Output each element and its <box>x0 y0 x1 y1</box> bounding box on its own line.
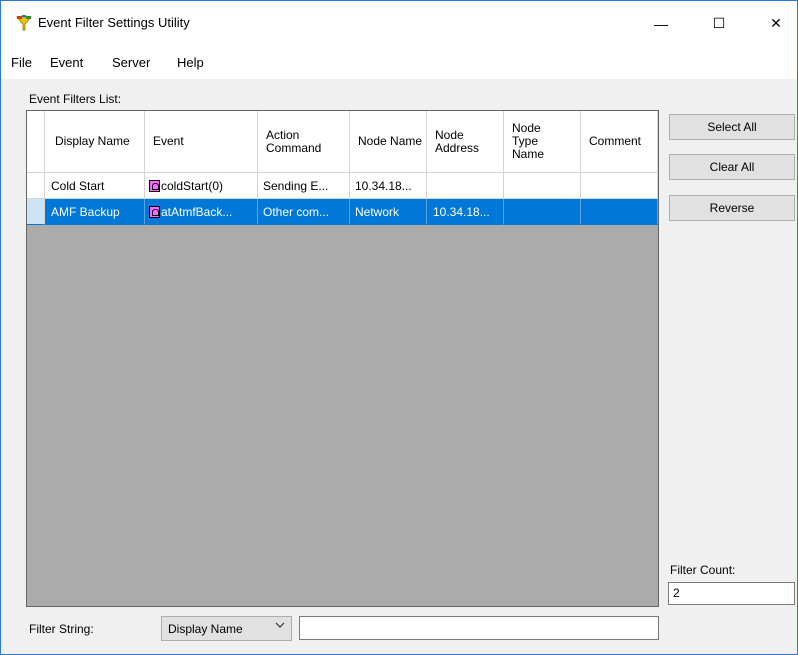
cell-comment[interactable] <box>581 199 658 225</box>
column-header-event[interactable]: Event <box>145 111 258 173</box>
column-header-node-name[interactable]: Node Name <box>350 111 427 173</box>
clear-all-button[interactable]: Clear All <box>669 154 795 180</box>
bell-event-icon <box>149 179 160 192</box>
close-icon: ✕ <box>770 15 782 31</box>
minimize-icon: — <box>654 15 668 32</box>
menu-help[interactable]: Help <box>177 55 204 70</box>
window-title: Event Filter Settings Utility <box>38 15 190 30</box>
filter-string-selected: Display Name <box>168 622 243 636</box>
column-header-action-command[interactable]: Action Command <box>258 111 350 173</box>
cell-action-command[interactable]: Sending E... <box>258 173 350 199</box>
column-header-node-address[interactable]: Node Address <box>427 111 504 173</box>
chevron-down-icon <box>275 621 285 632</box>
close-button[interactable]: ✕ <box>753 1 798 46</box>
event-filters-list-label: Event Filters List: <box>29 92 122 106</box>
reverse-button[interactable]: Reverse <box>669 195 795 221</box>
menu-server[interactable]: Server <box>112 55 150 70</box>
table-row-selected[interactable]: AMF Backup atAtmfBack... Other com... Ne… <box>27 199 658 225</box>
cell-event-text: coldStart(0) <box>161 178 224 193</box>
cell-node-address[interactable] <box>427 173 504 199</box>
filter-count-label: Filter Count: <box>670 563 736 577</box>
cell-event[interactable]: coldStart(0) <box>145 173 258 199</box>
menu-bar: File Event Server Help <box>1 46 797 79</box>
bell-event-icon <box>149 205 160 218</box>
cell-node-type-name[interactable] <box>504 199 581 225</box>
cell-action-command[interactable]: Other com... <box>258 199 350 225</box>
table-row[interactable]: Cold Start coldStart(0) Sending E... 10.… <box>27 173 658 199</box>
title-bar[interactable]: Event Filter Settings Utility — ☐ ✕ <box>1 1 797 46</box>
column-header-node-type-name[interactable]: Node Type Name <box>504 111 581 173</box>
row-header[interactable] <box>27 173 45 199</box>
filter-count-field[interactable]: 2 <box>668 582 795 605</box>
menu-event[interactable]: Event <box>50 55 83 70</box>
cell-display-name[interactable]: Cold Start <box>45 173 145 199</box>
event-filters-grid[interactable]: Display Name Event Action Command Node N… <box>26 110 659 607</box>
filter-string-column-select[interactable]: Display Name <box>161 616 292 641</box>
column-header-comment[interactable]: Comment <box>581 111 658 173</box>
cell-display-name[interactable]: AMF Backup <box>45 199 145 225</box>
maximize-button[interactable]: ☐ <box>696 1 742 46</box>
cell-node-name[interactable]: Network <box>350 199 427 225</box>
app-icon <box>15 14 33 32</box>
select-all-button[interactable]: Select All <box>669 114 795 140</box>
grid-header: Display Name Event Action Command Node N… <box>27 111 658 173</box>
cell-event-text: atAtmfBack... <box>161 204 233 219</box>
column-header-display-name[interactable]: Display Name <box>45 111 145 173</box>
cell-node-name[interactable]: 10.34.18... <box>350 173 427 199</box>
cell-comment[interactable] <box>581 173 658 199</box>
row-header-corner <box>27 111 45 173</box>
maximize-icon: ☐ <box>712 15 726 31</box>
filter-string-input[interactable] <box>299 616 659 640</box>
app-window: Event Filter Settings Utility — ☐ ✕ File… <box>0 0 798 655</box>
cell-node-address[interactable]: 10.34.18... <box>427 199 504 225</box>
cell-event[interactable]: atAtmfBack... <box>145 199 258 225</box>
minimize-button[interactable]: — <box>638 1 684 46</box>
row-header[interactable] <box>27 199 45 225</box>
menu-file[interactable]: File <box>11 55 32 70</box>
cell-node-type-name[interactable] <box>504 173 581 199</box>
filter-string-label: Filter String: <box>29 622 94 636</box>
